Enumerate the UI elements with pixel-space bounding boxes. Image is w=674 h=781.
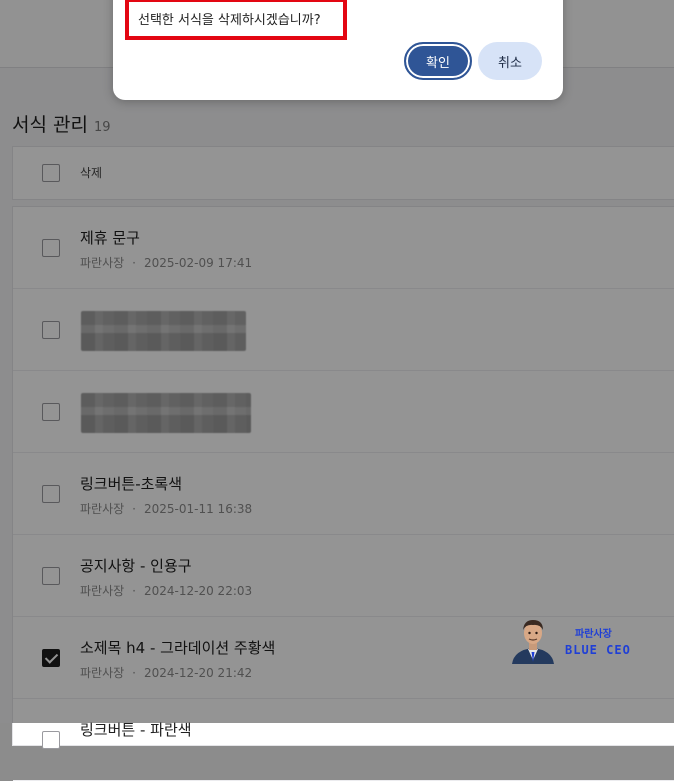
confirm-dialog: 선택한 서식을 삭제하시겠습니까? 확인 취소	[113, 0, 563, 100]
watermark-korean: 파란사장	[575, 629, 612, 640]
dialog-message: 선택한 서식을 삭제하시겠습니까?	[138, 13, 321, 28]
watermark-english: BLUE CEO	[565, 643, 631, 657]
confirm-button[interactable]: 확인	[404, 42, 472, 80]
watermark: 파란사장 BLUE CEO	[508, 616, 638, 666]
modal-backdrop[interactable]	[0, 0, 674, 723]
cancel-button[interactable]: 취소	[478, 42, 542, 80]
item-checkbox[interactable]	[42, 731, 60, 749]
ceo-avatar-icon	[512, 620, 554, 664]
message-highlight: 선택한 서식을 삭제하시겠습니까?	[125, 0, 347, 40]
